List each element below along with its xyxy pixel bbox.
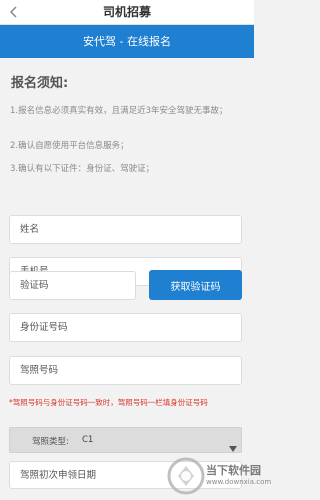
license-type-select[interactable]: 驾照类型: C1 [9,427,242,453]
license-warning-text: *驾照号码与身份证号码一致时，驾照号码一栏填身份证号码 [9,398,208,407]
name-input[interactable] [9,215,242,244]
first-issue-date-input[interactable] [9,461,242,489]
page-title: 司机招募 [102,5,151,19]
caret-down-icon [229,437,237,452]
get-code-button[interactable]: 获取验证码 [149,270,242,300]
license-number-input[interactable] [9,356,242,385]
verification-code-input[interactable] [9,271,136,300]
signup-banner: 安代驾 - 在线报名 [0,25,254,58]
notice-item-2: 2.确认自愿使用平台信息服务； [10,141,129,151]
driver-recruit-page: 司机招募 安代驾 - 在线报名 报名须知: 1.报名信息必须真实有效，且满足近3… [0,0,271,500]
license-type-value: C1 [82,435,94,445]
id-card-input[interactable] [9,313,242,342]
top-navbar: 司机招募 [0,0,254,25]
notice-item-1: 1.报名信息必须真实有效，且满足近3年安全驾驶无事故； [10,106,228,116]
notice-item-3: 3.确认有以下证件：身份证、驾驶证； [10,164,155,174]
license-type-label: 驾照类型: [32,437,69,447]
notice-heading: 报名须知: [11,76,69,91]
